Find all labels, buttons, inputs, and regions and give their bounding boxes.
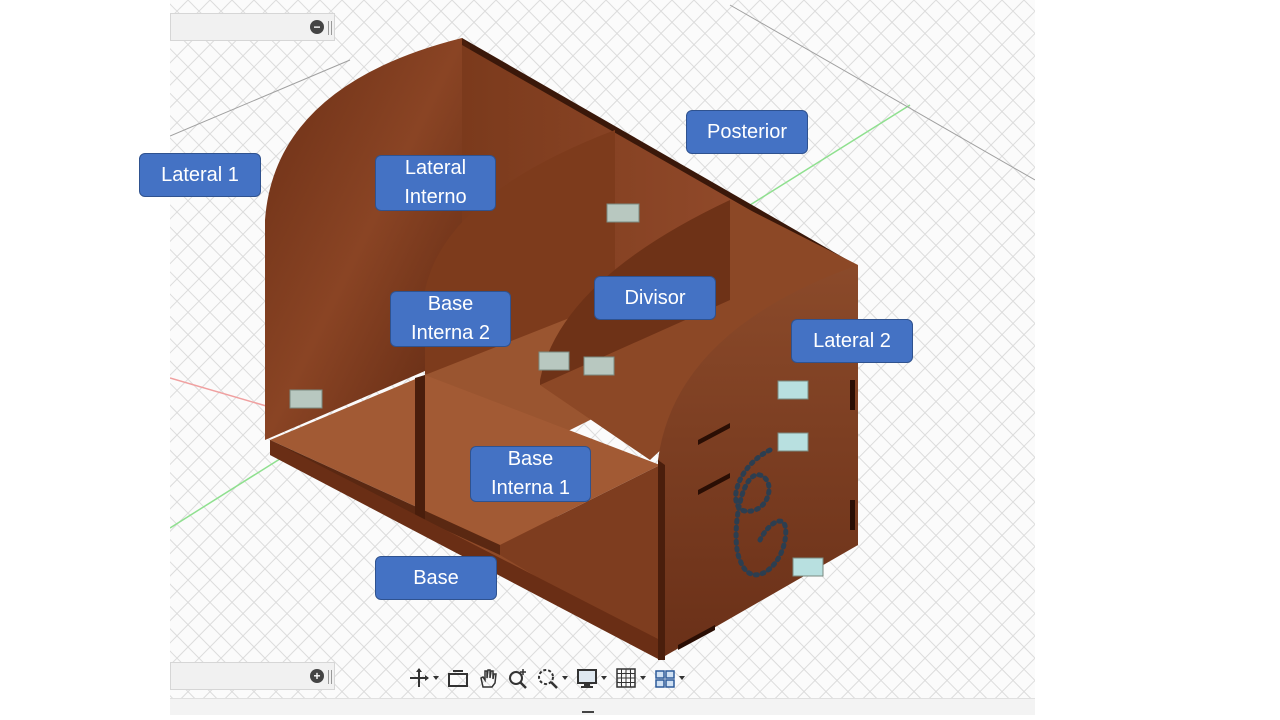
fit-tool[interactable] (537, 665, 568, 691)
look-at-icon (448, 670, 468, 687)
pan-tool[interactable] (477, 665, 499, 691)
x-axis-line (170, 377, 281, 411)
grid-settings-icon (616, 668, 636, 688)
display-settings-tool[interactable] (576, 665, 607, 691)
label-divisor: Divisor (594, 276, 716, 320)
label-posterior: Posterior (686, 110, 808, 154)
viewports-icon (655, 670, 675, 688)
label-lateral-interno: Lateral Interno (375, 155, 496, 211)
look-at-tool[interactable] (447, 665, 469, 691)
fit-icon (538, 669, 558, 689)
expand-button[interactable]: + (310, 669, 324, 683)
grid-settings-tool[interactable] (615, 665, 646, 691)
panel-grip[interactable] (328, 21, 332, 35)
pan-icon (480, 669, 497, 688)
label-base: Base (375, 556, 497, 600)
viewport-bottom-bar (170, 698, 1035, 715)
zoom-tool[interactable] (507, 665, 529, 691)
browser-panel-top: − (170, 13, 335, 41)
orbit-tool[interactable] (408, 665, 439, 691)
orbit-icon (410, 668, 429, 687)
label-lateral-1: Lateral 1 (139, 153, 261, 197)
label-base-interna-2: Base Interna 2 (390, 291, 511, 347)
viewports-tool[interactable] (654, 665, 685, 691)
collapse-button[interactable]: − (310, 20, 324, 34)
navigation-toolbar (408, 664, 685, 692)
zoom-icon (509, 669, 527, 689)
dash-icon (582, 711, 594, 713)
label-lateral-2: Lateral 2 (791, 319, 913, 363)
timeline-panel-bottom: + (170, 662, 335, 690)
label-base-interna-1: Base Interna 1 (470, 446, 591, 502)
display-settings-icon (577, 669, 597, 688)
panel-grip-bottom[interactable] (328, 670, 332, 684)
